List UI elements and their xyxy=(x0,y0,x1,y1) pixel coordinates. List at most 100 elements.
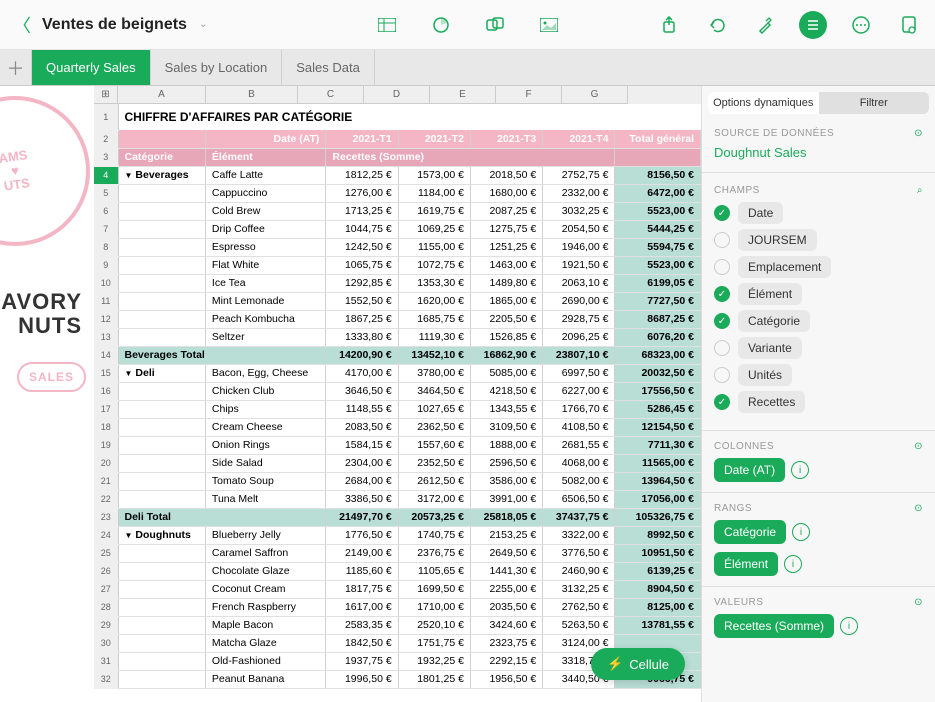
value-cell[interactable]: 1105,65 € xyxy=(398,562,470,580)
row-total[interactable]: 20032,50 € xyxy=(615,364,701,382)
value-cell[interactable]: 2690,00 € xyxy=(543,292,615,310)
field-pill[interactable]: Emplacement xyxy=(738,256,831,278)
cell[interactable] xyxy=(118,562,205,580)
row-total[interactable]: 6472,00 € xyxy=(615,184,701,202)
value-cell[interactable]: 1996,50 € xyxy=(326,670,398,688)
item-name[interactable]: Cappuccino xyxy=(205,184,326,202)
value-cell[interactable]: 2255,00 € xyxy=(470,580,542,598)
value-cell[interactable]: 3991,00 € xyxy=(470,490,542,508)
item-name[interactable]: Matcha Glaze xyxy=(205,634,326,652)
category-total-label[interactable]: Deli Total xyxy=(118,508,326,526)
value-cell[interactable]: 3386,50 € xyxy=(326,490,398,508)
cell[interactable] xyxy=(118,472,205,490)
value-cell[interactable]: 5082,00 € xyxy=(543,472,615,490)
value-cell[interactable]: 2153,25 € xyxy=(470,526,542,544)
sheet-tab[interactable]: Quarterly Sales xyxy=(32,50,151,85)
row-total[interactable]: 8156,50 € xyxy=(615,166,701,184)
category-grand[interactable]: 105326,75 € xyxy=(615,508,701,526)
value-cell[interactable]: 2460,90 € xyxy=(543,562,615,580)
item-name[interactable]: Seltzer xyxy=(205,328,326,346)
source-name[interactable]: Doughnut Sales xyxy=(714,145,923,160)
value-cell[interactable]: 2035,50 € xyxy=(470,598,542,616)
more-icon[interactable] xyxy=(847,11,875,39)
info-icon[interactable]: i xyxy=(840,617,858,635)
item-name[interactable]: Cold Brew xyxy=(205,202,326,220)
format-brush-icon[interactable] xyxy=(751,11,779,39)
source-options-icon[interactable]: ⊙ xyxy=(914,128,923,139)
category-total[interactable]: 25818,05 € xyxy=(470,508,542,526)
row-header[interactable]: 9 xyxy=(94,256,118,274)
value-cell[interactable]: 2205,50 € xyxy=(470,310,542,328)
row-total[interactable]: 6076,20 € xyxy=(615,328,701,346)
row-header[interactable]: 12 xyxy=(94,310,118,328)
value-cell[interactable]: 1801,25 € xyxy=(398,670,470,688)
value-cell[interactable]: 2762,50 € xyxy=(543,598,615,616)
value-cell[interactable]: 6227,00 € xyxy=(543,382,615,400)
item-name[interactable]: Ice Tea xyxy=(205,274,326,292)
row-total[interactable]: 6199,05 € xyxy=(615,274,701,292)
field-pill[interactable]: JOURSEM xyxy=(738,229,817,251)
category-cell[interactable]: ▼Deli xyxy=(118,364,205,382)
title-chevron-icon[interactable]: ⌄ xyxy=(199,19,207,30)
row-header[interactable]: 23 xyxy=(94,508,118,526)
row-header[interactable]: 4 xyxy=(94,166,118,184)
column-header[interactable]: E xyxy=(430,86,496,104)
table-title[interactable]: CHIFFRE D'AFFAIRES PAR CATÉGORIE xyxy=(118,104,701,130)
field-row[interactable]: Variante xyxy=(714,337,923,359)
value-cell[interactable]: 2292,15 € xyxy=(470,652,542,670)
row-header[interactable]: 15 xyxy=(94,364,118,382)
search-fields-icon[interactable]: ⌕ xyxy=(917,185,923,196)
shape-icon[interactable] xyxy=(481,11,509,39)
value-cell[interactable]: 1353,30 € xyxy=(398,274,470,292)
value-cell[interactable]: 2304,00 € xyxy=(326,454,398,472)
cell[interactable] xyxy=(118,202,205,220)
value-cell[interactable]: 3780,00 € xyxy=(398,364,470,382)
value-cell[interactable]: 1740,75 € xyxy=(398,526,470,544)
value-cell[interactable]: 1155,00 € xyxy=(398,238,470,256)
sidebar-tab-filter[interactable]: Filtrer xyxy=(819,92,930,114)
item-name[interactable]: Peach Kombucha xyxy=(205,310,326,328)
value-cell[interactable]: 1463,00 € xyxy=(470,256,542,274)
row-total[interactable]: 5523,00 € xyxy=(615,256,701,274)
cell[interactable] xyxy=(118,274,205,292)
value-cell[interactable]: 4108,50 € xyxy=(543,418,615,436)
document-title[interactable]: Ventes de beignets xyxy=(42,16,187,34)
item-name[interactable]: Blueberry Jelly xyxy=(205,526,326,544)
category-total[interactable]: 37437,75 € xyxy=(543,508,615,526)
value-cell[interactable]: 1865,00 € xyxy=(470,292,542,310)
value-cell[interactable]: 4068,00 € xyxy=(543,454,615,472)
row-header[interactable]: 31 xyxy=(94,652,118,670)
row-header[interactable]: 1 xyxy=(94,104,118,130)
item-name[interactable]: Drip Coffee xyxy=(205,220,326,238)
value-cell[interactable]: 1275,75 € xyxy=(470,220,542,238)
row-header[interactable]: 18 xyxy=(94,418,118,436)
value-cell[interactable]: 1333,80 € xyxy=(326,328,398,346)
cell[interactable] xyxy=(118,490,205,508)
value-cell[interactable]: 1867,25 € xyxy=(326,310,398,328)
value-field-pill[interactable]: Recettes (Somme) xyxy=(714,614,834,638)
value-cell[interactable]: 1817,75 € xyxy=(326,580,398,598)
value-cell[interactable]: 1713,25 € xyxy=(326,202,398,220)
item-name[interactable]: Bacon, Egg, Cheese xyxy=(205,364,326,382)
table-icon[interactable] xyxy=(373,11,401,39)
row-total[interactable]: 7727,50 € xyxy=(615,292,701,310)
rows-options-icon[interactable]: ⊙ xyxy=(914,503,923,514)
row-total[interactable]: 5444,25 € xyxy=(615,220,701,238)
row-total[interactable]: 12154,50 € xyxy=(615,418,701,436)
value-cell[interactable]: 2054,50 € xyxy=(543,220,615,238)
pivot-table[interactable]: 1CHIFFRE D'AFFAIRES PAR CATÉGORIE2Date (… xyxy=(94,104,701,689)
row-total[interactable]: 17556,50 € xyxy=(615,382,701,400)
cell-format-button[interactable]: ⚡ Cellule xyxy=(591,648,685,680)
row-total[interactable]: 5523,00 € xyxy=(615,202,701,220)
row-total[interactable]: 13964,50 € xyxy=(615,472,701,490)
row-header[interactable]: 5 xyxy=(94,184,118,202)
row-header[interactable]: 21 xyxy=(94,472,118,490)
quarter-header[interactable]: 2021-T2 xyxy=(398,130,470,148)
row-header[interactable]: 13 xyxy=(94,328,118,346)
value-cell[interactable]: 1766,70 € xyxy=(543,400,615,418)
value-cell[interactable]: 1620,00 € xyxy=(398,292,470,310)
value-cell[interactable]: 1699,50 € xyxy=(398,580,470,598)
field-row[interactable]: ✓Date xyxy=(714,202,923,224)
row-field-pill[interactable]: Élément xyxy=(714,552,778,576)
field-checkbox[interactable] xyxy=(714,367,730,383)
